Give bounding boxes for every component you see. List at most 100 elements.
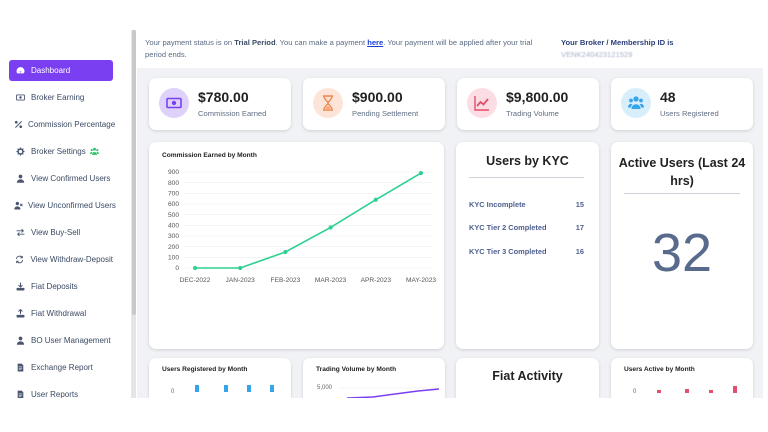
gear-icon — [14, 147, 26, 157]
notice-status: Trial Period — [234, 38, 276, 47]
sidebar-item-label: View Confirmed Users — [31, 174, 111, 183]
data-point — [418, 170, 424, 176]
x-tick-label: FEB-2023 — [271, 277, 301, 284]
sidebar-item-fiat-withdrawal[interactable]: Fiat Withdrawal — [9, 303, 113, 324]
payment-notice-text: Your payment status is on Trial Period. … — [145, 37, 555, 61]
users-registered-bars — [195, 385, 274, 392]
sidebar-item-label: User Reports — [31, 390, 79, 398]
y-tick-label: 100 — [168, 255, 179, 262]
stat-card-trading: $9,800.00 Trading Volume — [457, 78, 599, 130]
notice-prefix: Your payment status is on — [145, 38, 235, 47]
sidebar: Dashboard Broker Earning Commission Percen… — [0, 30, 132, 398]
data-point — [328, 225, 333, 230]
y-tick-label: 400 — [168, 223, 179, 230]
sidebar-item-fiat-deposits[interactable]: Fiat Deposits — [9, 276, 113, 297]
stat-label: Pending Settlement — [352, 109, 419, 118]
users-active-chart-card: Users Active by Month 0 — [611, 358, 753, 398]
kyc-row-label: KYC Tier 2 Completed — [469, 223, 547, 232]
users-icon — [89, 147, 101, 157]
kyc-row-label: KYC Tier 3 Completed — [469, 247, 547, 256]
percent-icon — [14, 120, 23, 130]
x-tick-label: MAR-2023 — [315, 277, 347, 284]
y-tick-label: 700 — [168, 191, 179, 198]
stat-value: $9,800.00 — [506, 89, 569, 105]
sidebar-item-view-buy-sell[interactable]: View Buy-Sell — [9, 222, 113, 243]
y-tick-label: 600 — [168, 201, 179, 208]
stat-label: Commission Earned — [198, 109, 267, 118]
kyc-row-count: 15 — [575, 200, 584, 209]
sidebar-item-broker-earning[interactable]: Broker Earning — [9, 87, 113, 108]
sidebar-item-bo-user-management[interactable]: BO User Management — [9, 330, 113, 351]
stat-card-users: 48 Users Registered — [611, 78, 753, 130]
user-icon — [14, 174, 26, 184]
fiat-activity-title: Fiat Activity — [492, 369, 563, 383]
bar — [709, 390, 713, 393]
y-tick-label: 800 — [168, 180, 179, 187]
sidebar-item-label: Exchange Report — [31, 363, 93, 372]
sidebar-nav: Dashboard Broker Earning Commission Percen… — [0, 60, 131, 398]
divider — [469, 177, 584, 178]
sidebar-scrollbar[interactable] — [132, 30, 136, 398]
trading-volume-chart-card: Trading Volume by Month 5,000 — [303, 358, 445, 398]
dashboard-gauge-icon — [14, 66, 26, 76]
download-tray-icon — [14, 282, 26, 292]
kyc-row-count: 17 — [575, 223, 584, 232]
users-icon — [621, 88, 651, 118]
commission-chart-card: Commission Earned by Month 0 100 200 300 400… — [149, 142, 444, 349]
sidebar-item-exchange-report[interactable]: Exchange Report — [9, 357, 113, 378]
bar — [270, 385, 274, 392]
exchange-arrows-icon — [14, 228, 26, 238]
sidebar-item-label: Dashboard — [31, 66, 71, 75]
sync-icon — [14, 255, 25, 265]
sidebar-item-label: BO User Management — [31, 336, 111, 345]
hourglass-icon — [313, 88, 343, 118]
stat-value: $780.00 — [198, 89, 249, 105]
trading-volume-line — [339, 387, 441, 398]
kyc-card: Users by KYC KYC Incomplete 15 KYC Tier … — [456, 142, 599, 349]
document-icon — [14, 390, 26, 398]
payment-notice: Your payment status is on Trial Period. … — [137, 30, 768, 68]
broker-id-value: VENK240423121529 — [561, 50, 633, 59]
commission-line-chart: 0 100 200 300 400 500 600 700 800 900 DEC-2022 JAN-… — [168, 169, 436, 284]
notice-middle: . You can make a payment — [275, 38, 368, 47]
sidebar-item-label: Broker Earning — [31, 93, 85, 102]
sidebar-item-dashboard[interactable]: Dashboard — [9, 60, 113, 81]
series-line — [195, 172, 422, 269]
sidebar-item-view-withdraw-deposit[interactable]: View Withdraw-Deposit — [9, 249, 113, 270]
sidebar-item-view-confirmed-users[interactable]: View Confirmed Users — [9, 168, 113, 189]
sidebar-item-user-reports[interactable]: User Reports — [9, 384, 113, 398]
sidebar-item-commission-percentage[interactable]: Commission Percentage — [9, 114, 115, 135]
x-tick-label: JAN-2023 — [226, 277, 256, 284]
broker-id-block: Your Broker / Membership ID is VENK24042… — [561, 37, 674, 61]
stat-value: $900.00 — [352, 89, 403, 105]
divider — [624, 193, 740, 194]
bar — [247, 385, 251, 392]
kyc-row: KYC Incomplete 15 — [469, 200, 584, 209]
stat-label: Users Registered — [660, 109, 719, 118]
sidebar-item-label: Fiat Deposits — [31, 282, 78, 291]
sidebar-scrollbar-thumb[interactable] — [132, 30, 136, 315]
sidebar-item-label: Fiat Withdrawal — [31, 309, 87, 318]
y-tick-label: 300 — [168, 233, 179, 240]
bar — [224, 385, 228, 392]
sidebar-item-broker-settings[interactable]: Broker Settings — [9, 141, 113, 162]
stat-card-pending: $900.00 Pending Settlement — [303, 78, 445, 130]
upload-tray-icon — [14, 309, 26, 319]
payment-link[interactable]: here — [367, 38, 383, 47]
sidebar-item-view-unconfirmed-users[interactable]: View Unconfirmed Users — [9, 195, 116, 216]
broker-id-label: Your Broker / Membership ID is — [561, 38, 674, 47]
sidebar-item-label: Broker Settings — [31, 147, 86, 156]
line-chart-icon — [467, 88, 497, 118]
data-point — [192, 265, 198, 271]
active-users-title: Active Users (Last 24 hrs) — [618, 156, 746, 188]
sidebar-item-label: View Unconfirmed Users — [28, 201, 116, 210]
stat-value: 48 — [660, 89, 676, 105]
x-tick-label: MAY-2023 — [406, 277, 436, 284]
sidebar-item-label: View Buy-Sell — [31, 228, 81, 237]
user-x-icon — [14, 201, 23, 211]
x-tick-label: DEC-2022 — [180, 277, 211, 284]
money-bill-icon — [159, 88, 189, 118]
bar — [733, 386, 737, 393]
users-registered-chart-card: Users Registered by Month 0 — [149, 358, 291, 398]
bar — [657, 390, 661, 393]
